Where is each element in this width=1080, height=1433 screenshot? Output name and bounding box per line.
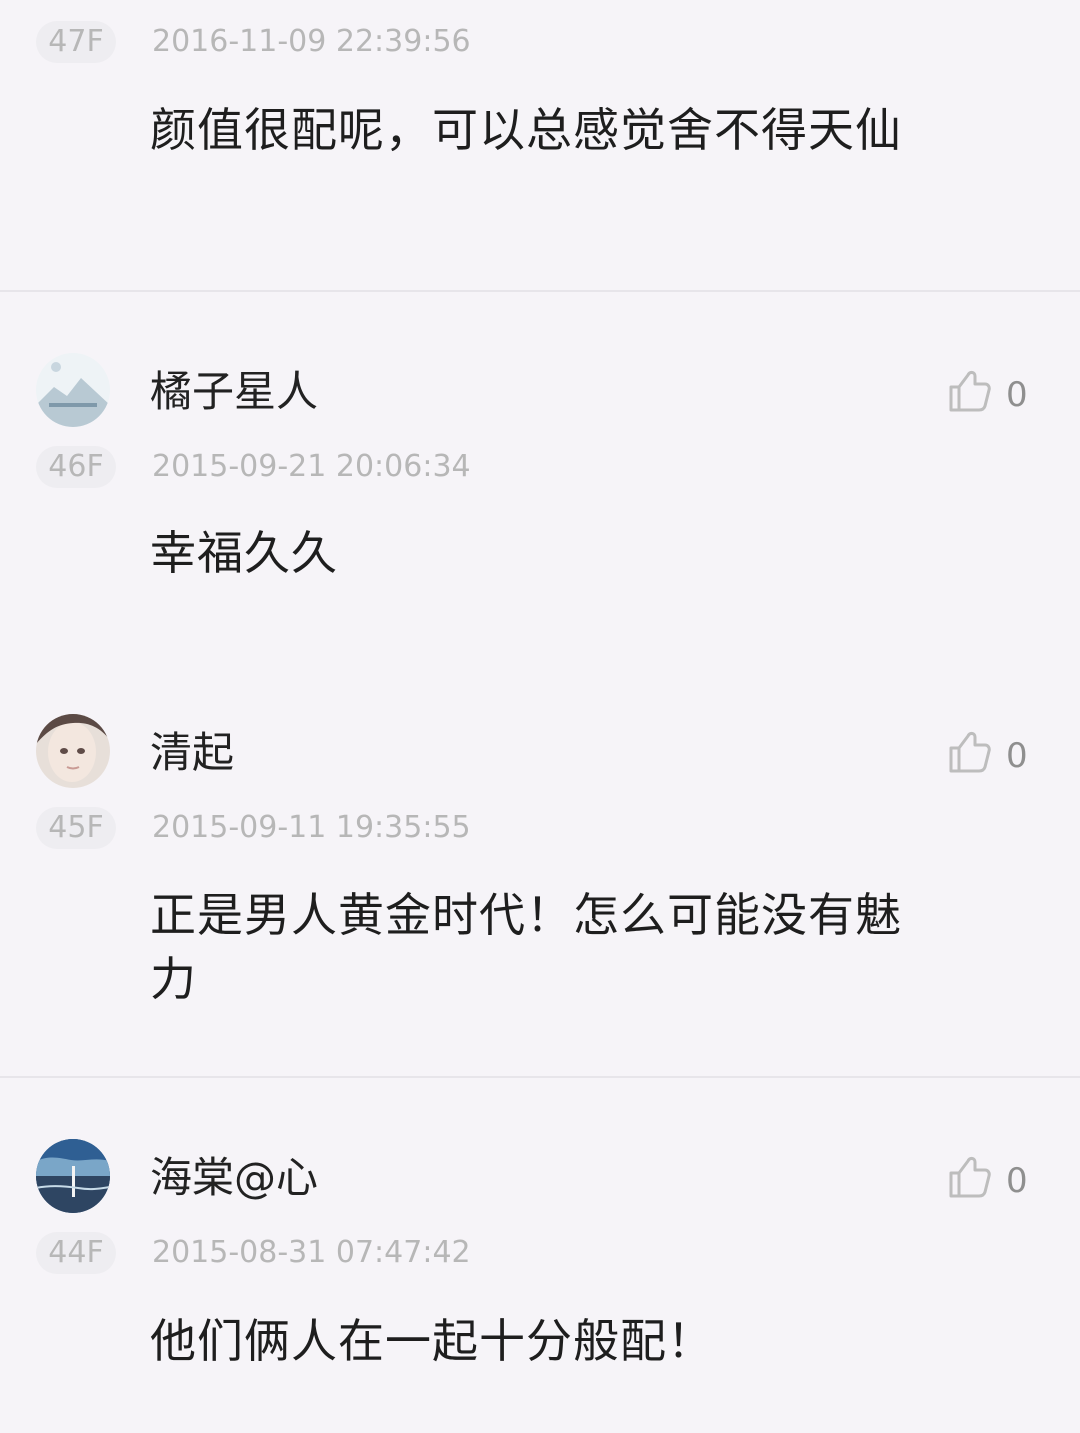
avatar-seascape-image [36,1139,110,1213]
floor-badge: 44F [36,1232,116,1274]
comment-item: 橘子星人 0 46F 2015-09-21 20:06:34 幸福久久 [0,292,1080,682]
floor-badge: 46F [36,446,116,488]
comment-content: 正是男人黄金时代！怎么可能没有魅力 [150,888,902,1006]
comment-time: 2016-11-09 22:39:56 [152,24,471,59]
comment-content: 颜值很配呢，可以总感觉舍不得天仙 [150,103,902,157]
comment-time: 2015-09-21 20:06:34 [152,449,471,484]
avatar[interactable] [36,353,110,427]
like-count: 0 [1006,375,1028,415]
avatar-landscape-image [36,353,110,427]
avatar[interactable] [36,714,110,788]
thumbs-up-icon [949,732,991,773]
comments-page: 47F 2016-11-09 22:39:56 颜值很配呢，可以总感觉舍不得天仙… [0,0,1080,1433]
avatar-portrait-image [36,714,110,788]
username[interactable]: 海棠@心 [150,1153,318,1203]
comment-item: 清起 0 45F 2015-09-11 19:35:55 正是男人黄金时代！怎么… [0,682,1080,1076]
floor-badge: 45F [36,807,116,849]
thumbs-up-icon [949,1157,991,1198]
username[interactable]: 清起 [150,728,234,778]
floor-badge: 47F [36,21,116,63]
comment-content: 他们俩人在一起十分般配！ [150,1314,714,1368]
like-button[interactable]: 0 [948,367,1038,417]
like-count: 0 [1006,736,1028,776]
like-button[interactable]: 0 [948,1153,1038,1203]
like-count: 0 [1006,1161,1028,1201]
comment-time: 2015-09-11 19:35:55 [152,810,471,845]
like-button[interactable]: 0 [948,728,1038,778]
comment-content: 幸福久久 [150,526,338,580]
thumbs-up-icon [949,371,991,412]
comment-item: 海棠@心 0 44F 2015-08-31 07:47:42 他们俩人在一起十分… [0,1078,1080,1433]
comment-time: 2015-08-31 07:47:42 [152,1235,471,1270]
username[interactable]: 橘子星人 [150,367,318,417]
comment-item: 47F 2016-11-09 22:39:56 颜值很配呢，可以总感觉舍不得天仙 [0,0,1080,292]
avatar[interactable] [36,1139,110,1213]
